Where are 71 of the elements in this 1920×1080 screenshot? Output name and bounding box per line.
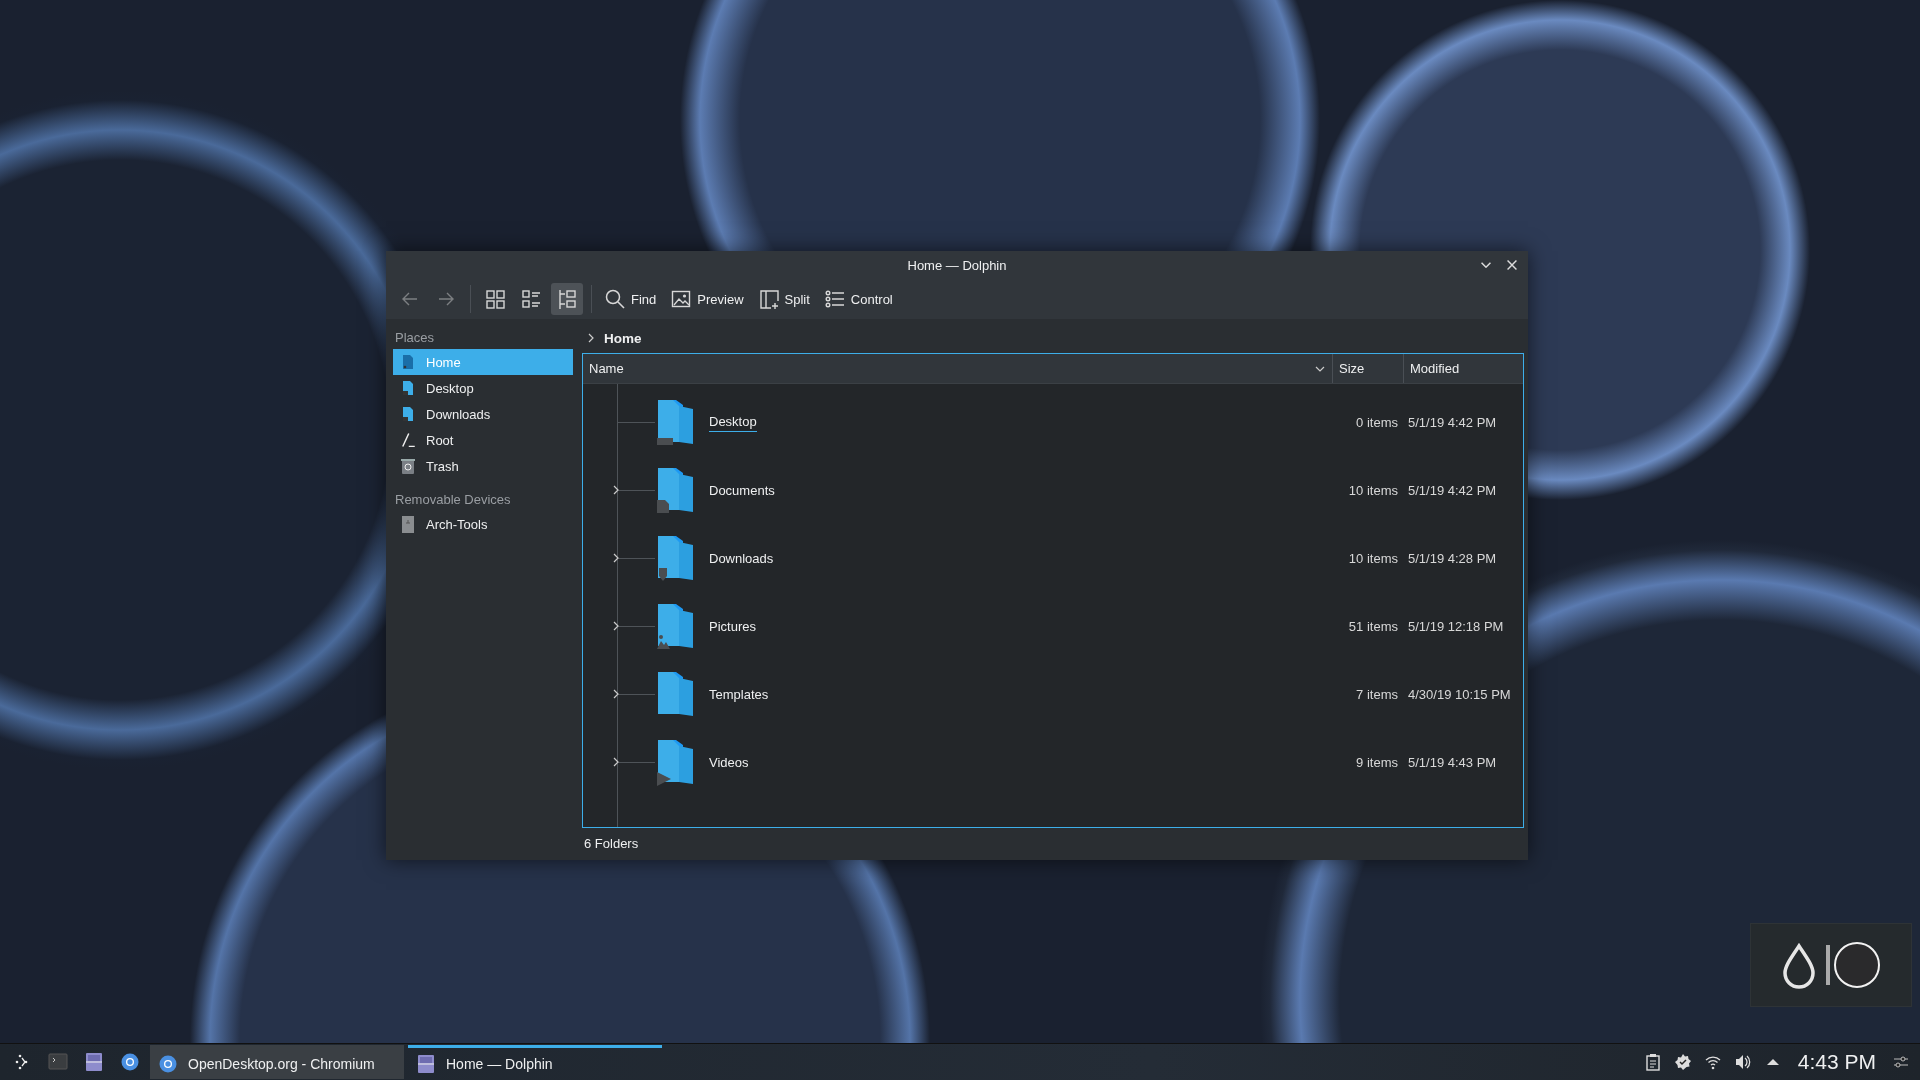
badge-icon: [1673, 1053, 1692, 1071]
file-name[interactable]: Desktop: [709, 412, 757, 432]
terminal-icon: [48, 1052, 68, 1072]
list-view-icon: [520, 288, 542, 310]
table-cell-text: 51 items: [1347, 618, 1398, 634]
grid-view-icon: [484, 288, 506, 310]
section-heading: Removable Devices: [394, 491, 512, 509]
split-view-icon: [757, 288, 780, 310]
sidebar-item[interactable]: Root: [393, 427, 573, 453]
file-name[interactable]: Documents: [709, 480, 1310, 500]
image-icon: [670, 288, 693, 310]
tree-view-icon: [556, 288, 578, 310]
folder-icon: [655, 670, 695, 718]
sidebar-item[interactable]: Desktop: [393, 375, 573, 401]
file-manager-icon: [416, 1053, 436, 1074]
chevron-icon: [586, 332, 596, 344]
app-menu-icon: [14, 1053, 30, 1071]
column-header[interactable]: Name: [583, 354, 1333, 383]
trash-icon: [401, 458, 415, 474]
menu-icon: [823, 288, 846, 310]
breadcrumb-item[interactable]: Home: [604, 330, 642, 346]
picture-folder-icon: [655, 602, 695, 650]
home-folder-icon: [403, 355, 413, 369]
download-folder-icon: [655, 534, 695, 582]
task-button[interactable]: Home — Dolphin: [408, 1045, 662, 1079]
sliders-icon: [1892, 1053, 1910, 1071]
file-manager-icon: [84, 1052, 104, 1072]
search-icon: [604, 288, 626, 310]
status-text: 6 Folders: [583, 835, 640, 853]
file-name[interactable]: Pictures: [709, 616, 1310, 636]
task-button[interactable]: OpenDesktop.org - Chromium: [150, 1045, 404, 1079]
table-cell-text: 7 items: [1355, 686, 1398, 702]
close-icon: [1507, 260, 1517, 270]
control-button[interactable]: Control: [819, 283, 899, 315]
table-cell-text: 4/30/19 10:15 PM: [1407, 686, 1512, 702]
table-cell-text: 5/1/19 4:42 PM: [1407, 482, 1498, 498]
table-cell-text: 5/1/19 4:42 PM: [1407, 414, 1498, 430]
section-heading: Places: [394, 329, 436, 347]
browser-icon: [158, 1053, 178, 1074]
folder-icon: [403, 407, 413, 421]
window-title: Home — Dolphin: [907, 257, 1007, 273]
caret-icon: [1481, 262, 1491, 268]
document-folder-icon: [655, 466, 695, 514]
table-cell-text: 9 items: [1355, 754, 1398, 770]
sidebar-item[interactable]: Downloads: [393, 401, 573, 427]
sidebar-item[interactable]: Arch-Tools: [393, 511, 573, 537]
table-cell-text: 5/1/19 4:28 PM: [1407, 550, 1498, 566]
details-view-button[interactable]: [551, 283, 583, 315]
drive-icon: [402, 515, 414, 533]
clipboard-icon: [1643, 1053, 1662, 1071]
folder-icon: [403, 381, 413, 395]
browser-icon: [120, 1052, 140, 1072]
slash-icon: [401, 433, 415, 447]
video-folder-icon: [655, 738, 695, 786]
speaker-icon: [1733, 1053, 1752, 1071]
column-header[interactable]: Size: [1333, 354, 1404, 383]
sidebar-item[interactable]: Trash: [393, 453, 573, 479]
table-cell-text: 10 items: [1347, 482, 1398, 498]
table-cell-text: 5/1/19 12:18 PM: [1407, 618, 1505, 634]
column-header[interactable]: Modified: [1404, 354, 1523, 383]
find-button[interactable]: Find: [600, 283, 663, 315]
split-button[interactable]: Split: [753, 283, 816, 315]
file-name[interactable]: Videos: [709, 752, 1310, 772]
preview-button[interactable]: Preview: [666, 283, 750, 315]
file-name[interactable]: Downloads: [709, 548, 1310, 568]
table-cell-text: 10 items: [1347, 550, 1398, 566]
clock[interactable]: 4:43 PM: [1797, 1050, 1876, 1074]
file-name[interactable]: Templates: [709, 684, 1310, 704]
table-cell-text: 5/1/19 4:43 PM: [1407, 754, 1498, 770]
table-cell-text: 0 items: [1355, 414, 1398, 430]
desktop-folder-icon: [655, 398, 695, 446]
